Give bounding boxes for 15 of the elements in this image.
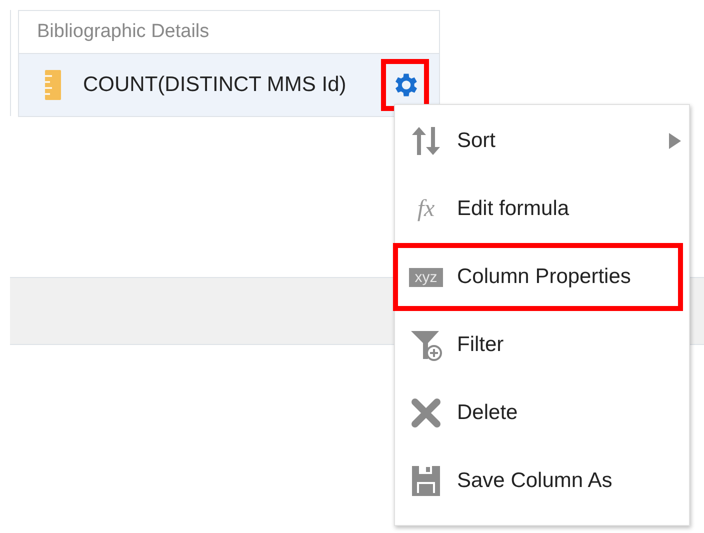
menu-item[interactable]: xyz Column Properties <box>393 243 683 311</box>
ruler-icon <box>45 70 61 100</box>
menu-item[interactable]: Delete <box>395 379 689 447</box>
filter-icon <box>410 329 442 361</box>
formula-icon: fx <box>409 196 443 222</box>
menu-item[interactable]: fx Edit formula <box>395 175 689 243</box>
sort-arrows-icon <box>410 125 442 157</box>
properties-icon: xyz <box>409 268 443 286</box>
save-icon <box>412 466 440 496</box>
settings-button[interactable] <box>381 59 429 111</box>
menu-item[interactable]: Sort <box>395 107 689 175</box>
column-name: COUNT(DISTINCT MMS Id) <box>83 73 348 97</box>
menu-item[interactable]: Filter <box>395 311 689 379</box>
menu-item[interactable]: Save Column As <box>395 447 689 515</box>
close-icon <box>411 398 441 428</box>
